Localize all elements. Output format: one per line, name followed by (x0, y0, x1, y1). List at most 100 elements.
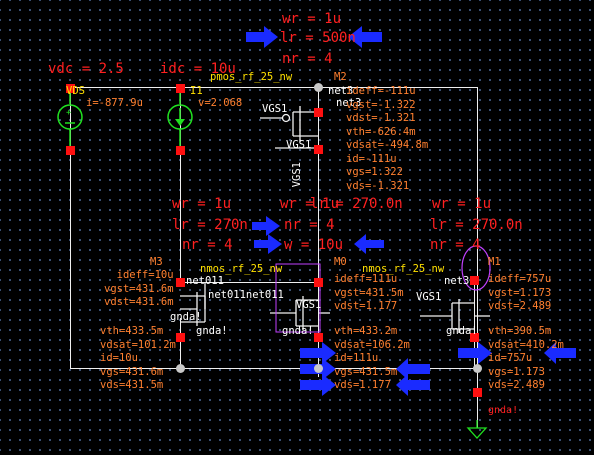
m2-operating-point: ideff=-111u vgst=-1.322 vdst=-1.321 vth=… (346, 86, 428, 191)
m3-vgs: vgs=431.6m (100, 365, 164, 378)
pin-gnd[interactable] (473, 388, 482, 397)
m1-id: id=757u (488, 352, 533, 364)
m1-wr-param[interactable]: wr = 1u (432, 197, 491, 211)
pin-m3-s[interactable] (176, 333, 185, 342)
m0-ideff: ideff=111u (334, 273, 398, 285)
m0-vds: vds=1.177 (334, 379, 391, 391)
m2-vgst: vgst=-1.322 (346, 98, 416, 111)
vds-instance-name[interactable]: VDS (66, 86, 85, 97)
m3-vdst: vdst=431.6m (104, 296, 174, 308)
pin-m0-d[interactable] (314, 278, 323, 287)
m2-lr-param[interactable]: lr = 500n (280, 31, 356, 45)
m1-vdst: vdst=2.489 (488, 300, 552, 312)
arrow-m3-lr-icon (252, 216, 280, 236)
arrow-m1-id-icon (458, 342, 492, 364)
vgs1-label-vertical[interactable]: VGS1 (291, 162, 303, 187)
gnda-label-b[interactable]: gnda! (196, 326, 228, 337)
vgs1-label-d[interactable]: VGS1 (416, 292, 441, 303)
junction-m0[interactable] (314, 364, 323, 373)
m3-nr-param[interactable]: nr = 4 (182, 238, 233, 252)
junction-m3[interactable] (176, 364, 185, 373)
m1-nr-param[interactable]: nr = 4 (430, 238, 481, 252)
m2-ideff: ideff=-111u (346, 85, 416, 97)
net011-label-b[interactable]: net011net011 (208, 290, 284, 301)
m1-vth: vth=390.5m (488, 325, 552, 337)
m0-operating-point-lower: vth=433.2m vdsat=106.2m id=111u vgs=431.… (334, 326, 410, 391)
m0-instance-name[interactable]: M0 (334, 257, 347, 268)
m0-w-param[interactable]: w = 10u (284, 238, 343, 252)
m2-vth: vth=-626.4m (346, 125, 416, 138)
vgs1-label-b[interactable]: VGS1 (286, 140, 311, 151)
m1-instance-name[interactable]: M1 (488, 257, 501, 268)
m0-lr-param[interactable]: lr = 270.0n (310, 197, 403, 211)
schematic-canvas[interactable]: + wr = 1u lr = 500n nr = 4 vdc = 2.5 idc… (0, 0, 594, 455)
m3-ideff: ideff=10u (116, 269, 174, 281)
m1-vgst: vgst=1.173 (488, 286, 552, 299)
gnda-label-c[interactable]: gnda! (282, 326, 314, 337)
i1-source-symbol[interactable] (167, 90, 193, 148)
m1-operating-point-lower: vth=390.5m vdsat=410.2m id=757u vgs=1.17… (488, 326, 564, 391)
vds-vdc-param[interactable]: vdc = 2.5 (48, 62, 124, 76)
m2-vgs: vgs=1.322 (346, 166, 403, 178)
vds-source-symbol[interactable]: + (57, 90, 83, 148)
m0-id: id=111u (334, 352, 379, 364)
pin-m1-d[interactable] (470, 276, 479, 285)
vgs1-label-a[interactable]: VGS1 (262, 104, 287, 115)
m0-vgs: vgs=431.5m (334, 365, 398, 378)
m2-wr-param[interactable]: wr = 1u (282, 12, 341, 26)
m3-wr-param[interactable]: wr = 1u (172, 197, 231, 211)
pin-m3-g[interactable] (176, 278, 185, 287)
m0-vdst: vdst=1.177 (334, 300, 398, 312)
m2-vdst: vdst=-1.321 (346, 112, 416, 124)
m0-vgst: vgst=431.5m (334, 286, 404, 299)
ground-icon[interactable] (466, 420, 488, 439)
pin-i1-top[interactable] (176, 84, 185, 93)
arrow-m3-w-icon (254, 234, 282, 254)
m3-cell-name-overlap[interactable]: nmos_rf_25_nw (200, 264, 282, 275)
gnda-label-d[interactable]: gnda! (446, 326, 478, 337)
m3-vth: vth=433.5m (100, 325, 164, 337)
arrow-wr-top-icon (246, 26, 278, 48)
m3-vgst: vgst=431.6m (104, 282, 174, 295)
vgs1-label-c[interactable]: VGS1 (296, 300, 321, 311)
m0-nr-param[interactable]: nr = 4 (284, 218, 335, 232)
m2-nr-param[interactable]: nr = 4 (282, 52, 333, 66)
svg-text:+: + (66, 108, 72, 118)
m1-vds: vds=2.489 (488, 379, 545, 391)
m2-id: id=-111u (346, 152, 397, 165)
vds-current-annotation: i=-877.9u (86, 97, 143, 109)
net3-label-c[interactable]: net3 (444, 276, 469, 287)
pin-i1-bot[interactable] (176, 146, 185, 155)
arrow-m0-id-icon (300, 342, 336, 364)
m2-vdsat: vdsat=-494.8m (346, 139, 429, 151)
pin-m0-s[interactable] (314, 333, 323, 342)
junction-top[interactable] (314, 83, 323, 92)
arrow-m0-vds-icon (300, 374, 336, 396)
m1-vgs: vgs=1.173 (488, 365, 545, 378)
m2-cell-name[interactable]: pmos_rf_25_nw (210, 72, 292, 83)
m0-vdsat: vdsat=106.2m (334, 338, 410, 351)
m1-operating-point: ideff=757u vgst=1.173 vdst=2.489 (488, 274, 551, 312)
m3-operating-point-lower: vth=433.5m vdsat=101.2m id=10u vgs=431.6… (100, 326, 176, 391)
i1-voltage-annotation: v=2.068 (198, 97, 243, 109)
gnda-label-e[interactable]: gnda! (488, 406, 518, 416)
m3-vdsat: vdsat=101.2m (100, 338, 176, 351)
pin-vds-bot[interactable] (66, 146, 75, 155)
junction-m1[interactable] (473, 364, 482, 373)
gnda-label-a[interactable]: gnda! (170, 312, 202, 323)
m3-lr-param[interactable]: lr = 270n (172, 218, 248, 232)
m0-operating-point: ideff=111u vgst=431.5m vdst=1.177 (334, 274, 404, 312)
m1-ideff: ideff=757u (488, 273, 552, 285)
i1-instance-name[interactable]: I1 (190, 86, 203, 97)
m2-instance-name[interactable]: M2 (334, 72, 347, 83)
pin-m2-s[interactable] (314, 108, 323, 117)
net011-label-a[interactable]: net011 (186, 276, 224, 287)
pin-m2-d[interactable] (314, 145, 323, 154)
m0-vth: vth=433.2m (334, 325, 398, 337)
m3-operating-point: ideff=10u vgst=431.6m vdst=431.6m (104, 270, 174, 308)
m1-lr-param[interactable]: lr = 270.0n (430, 218, 523, 232)
m3-vds: vds=431.5m (100, 379, 164, 391)
m3-instance-name[interactable]: M3 (150, 257, 163, 268)
arrow-m0-w-icon (354, 234, 384, 254)
m2-vds: vds=-1.321 (346, 179, 410, 192)
